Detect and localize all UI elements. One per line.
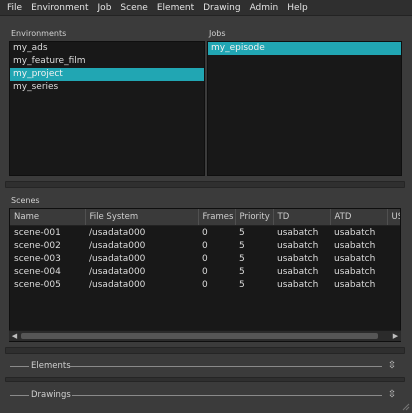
elements-section[interactable]: Elements ⇳ [8, 360, 402, 372]
cell-priority: 5 [239, 279, 245, 290]
cell-name: scene-005 [14, 279, 61, 290]
column-header-user[interactable]: USE [387, 209, 400, 226]
menu-job[interactable]: Job [94, 0, 116, 16]
cell-file-system: /usadata000 [89, 279, 146, 290]
cell-name: scene-001 [14, 227, 61, 238]
column-header-name[interactable]: Name [10, 209, 86, 226]
cell-priority: 5 [239, 266, 245, 277]
column-header-td[interactable]: TD [273, 209, 331, 226]
drawings-label: Drawings [31, 390, 71, 400]
cell-atd: usabatch [334, 227, 376, 238]
cell-td: usabatch [277, 240, 319, 251]
table-row[interactable]: scene-005 /usadata000 0 5 usabatch usaba… [10, 278, 400, 291]
cell-user [387, 239, 400, 252]
menu-drawing[interactable]: Drawing [199, 0, 244, 16]
cell-user [387, 226, 400, 240]
cell-atd: usabatch [334, 279, 376, 290]
cell-frames: 0 [202, 253, 208, 264]
menu-help[interactable]: Help [283, 0, 312, 16]
scroll-left-icon[interactable]: ◀ [9, 331, 20, 341]
cell-frames: 0 [202, 266, 208, 277]
environment-item[interactable]: my_ads [10, 42, 204, 55]
cell-user [387, 265, 400, 278]
environments-label: Environments [11, 29, 67, 38]
cell-td: usabatch [277, 266, 319, 277]
cell-priority: 5 [239, 253, 245, 264]
drag-handle-icon[interactable]: ⇳ [386, 360, 398, 372]
cell-user [387, 252, 400, 265]
column-header-priority[interactable]: Priority [235, 209, 274, 226]
cell-atd: usabatch [334, 253, 376, 264]
scenes-label: Scenes [11, 196, 40, 205]
cell-file-system: /usadata000 [89, 253, 146, 264]
cell-priority: 5 [239, 227, 245, 238]
environment-item-selected[interactable]: my_project [10, 68, 204, 81]
column-header-atd[interactable]: ATD [330, 209, 388, 226]
cell-td: usabatch [277, 253, 319, 264]
resize-grip-icon[interactable] [402, 403, 410, 411]
cell-file-system: /usadata000 [89, 240, 146, 251]
divider-line [70, 366, 382, 367]
menu-environment[interactable]: Environment [27, 0, 92, 16]
cell-td: usabatch [277, 279, 319, 290]
divider-line [72, 395, 382, 396]
cell-name: scene-002 [14, 240, 61, 251]
divider-line [10, 395, 29, 396]
column-header-frames[interactable]: Frames [198, 209, 236, 226]
divider-line [10, 366, 29, 367]
cell-atd: usabatch [334, 240, 376, 251]
environment-item[interactable]: my_series [10, 81, 204, 94]
cell-file-system: /usadata000 [89, 266, 146, 277]
scenes-table[interactable]: Name File System Frames Priority TD ATD … [9, 208, 401, 342]
elements-label: Elements [31, 361, 71, 371]
cell-name: scene-003 [14, 253, 61, 264]
menu-element[interactable]: Element [153, 0, 198, 16]
menu-file[interactable]: File [3, 0, 26, 16]
column-header-file-system[interactable]: File System [85, 209, 199, 226]
drawings-section[interactable]: Drawings ⇳ [8, 389, 402, 401]
cell-td: usabatch [277, 227, 319, 238]
cell-user [387, 278, 400, 291]
table-row[interactable]: scene-001 /usadata000 0 5 usabatch usaba… [10, 226, 400, 240]
cell-priority: 5 [239, 240, 245, 251]
menu-admin[interactable]: Admin [246, 0, 283, 16]
cell-frames: 0 [202, 240, 208, 251]
table-row[interactable]: scene-004 /usadata000 0 5 usabatch usaba… [10, 265, 400, 278]
splitter-elements[interactable] [5, 377, 405, 382]
splitter-top[interactable] [5, 181, 405, 188]
table-row[interactable]: scene-002 /usadata000 0 5 usabatch usaba… [10, 239, 400, 252]
jobs-label: Jobs [209, 29, 226, 38]
drag-handle-icon[interactable]: ⇳ [386, 389, 398, 401]
cell-file-system: /usadata000 [89, 227, 146, 238]
menu-scene[interactable]: Scene [116, 0, 151, 16]
cell-atd: usabatch [334, 266, 376, 277]
cell-frames: 0 [202, 227, 208, 238]
jobs-list[interactable]: my_episode [207, 41, 402, 176]
cell-frames: 0 [202, 279, 208, 290]
menu-bar: File Environment Job Scene Element Drawi… [0, 0, 412, 16]
scrollbar-thumb[interactable] [21, 333, 378, 339]
table-row[interactable]: scene-003 /usadata000 0 5 usabatch usaba… [10, 252, 400, 265]
horizontal-scrollbar[interactable]: ◀ ▶ [9, 330, 401, 341]
scroll-right-icon[interactable]: ▶ [390, 331, 401, 341]
environments-list[interactable]: my_ads my_feature_film my_project my_ser… [9, 41, 205, 176]
scenes-header-row: Name File System Frames Priority TD ATD … [10, 209, 400, 226]
job-item-selected[interactable]: my_episode [208, 42, 401, 55]
environment-item[interactable]: my_feature_film [10, 55, 204, 68]
cell-name: scene-004 [14, 266, 61, 277]
splitter-bottom[interactable] [5, 347, 405, 354]
